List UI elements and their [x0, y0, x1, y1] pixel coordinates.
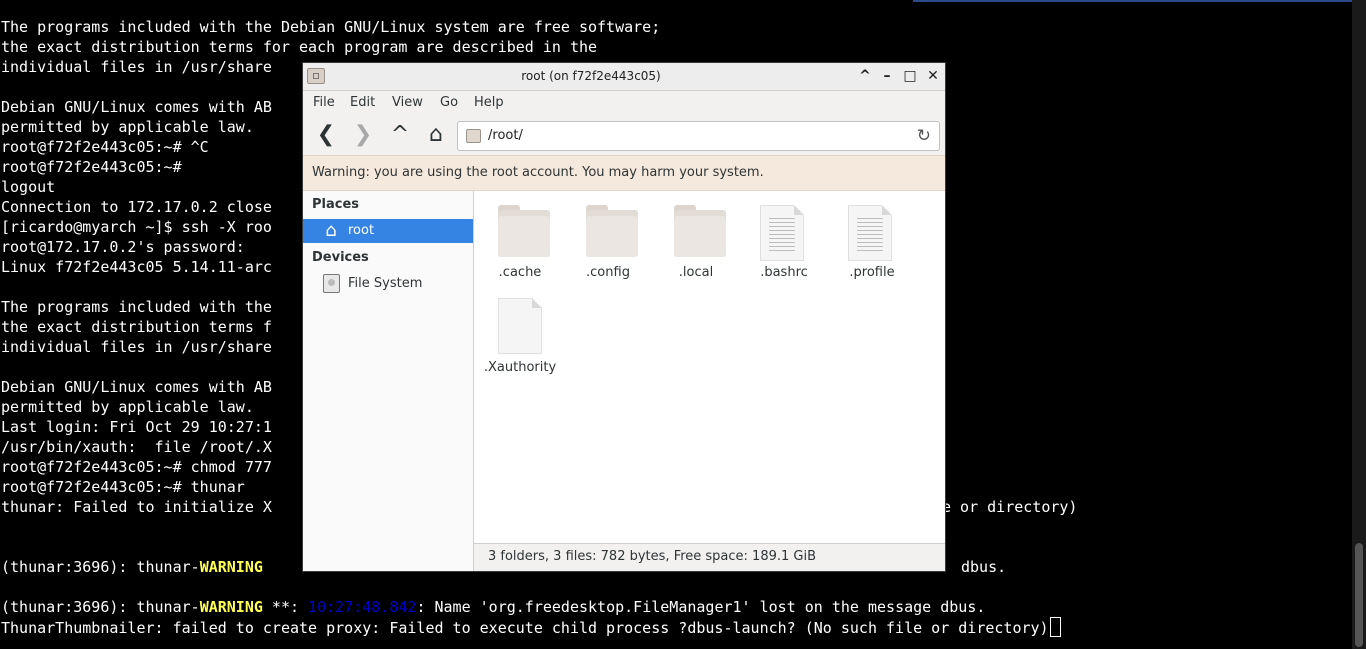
terminal-cursor — [1049, 617, 1061, 637]
terminal-line: root@172.17.0.2's password: — [1, 238, 245, 256]
warn-prefix: (thunar:3696): thunar- — [1, 598, 200, 616]
terminal-line: root@f72f2e443c05:~# thunar — [1, 478, 245, 496]
folder-icon — [498, 205, 550, 257]
menu-go[interactable]: Go — [440, 91, 458, 115]
places-header: Places — [312, 197, 360, 212]
back-icon[interactable]: ❮ — [311, 121, 341, 149]
terminal-line: /usr/bin/xauth: file /root/.X — [1, 438, 272, 456]
terminal-line: ThunarThumbnailer: failed to create prox… — [1, 617, 1061, 637]
file-item-bashrc[interactable]: .bashrc — [742, 191, 826, 280]
title-bar[interactable]: root (on f72f2e443c05) ^ – □ ✕ — [303, 63, 945, 91]
close-button[interactable]: ✕ — [924, 67, 942, 85]
sidebar-item-root[interactable]: ⌂ root — [303, 219, 473, 243]
sidebar: Places ⌂ root Devices File System — [303, 191, 474, 571]
terminal-line-fragment: e or directory) — [942, 498, 1078, 516]
terminal-line: [ricardo@myarch ~]$ ssh -X roo — [1, 218, 272, 236]
status-bar: 3 folders, 3 files: 782 bytes, Free spac… — [474, 543, 945, 571]
home-icon: ⌂ — [325, 220, 337, 241]
terminal-line: permitted by applicable law. — [1, 118, 254, 136]
terminal-line: root@f72f2e443c05:~# chmod 777 — [1, 458, 272, 476]
terminal-line: Last login: Fri Oct 29 10:27:1 — [1, 418, 272, 436]
warn-message: : Name 'org.freedesktop.FileManager1' lo… — [416, 598, 986, 616]
file-name: .config — [586, 265, 630, 280]
warn-separator: **: — [262, 598, 309, 616]
file-name: .Xauthority — [483, 360, 557, 375]
file-view[interactable]: .cache .config .local .bashrc .profile .… — [474, 191, 945, 543]
terminal-line-fragment: dbus. — [961, 558, 1007, 576]
forward-icon[interactable]: ❯ — [348, 121, 378, 149]
file-name: .local — [678, 265, 714, 280]
menu-edit[interactable]: Edit — [350, 91, 375, 115]
warning-word: WARNING — [199, 598, 263, 616]
terminal-line: individual files in /usr/share — [1, 58, 272, 76]
scrollbar-thumb[interactable] — [1355, 543, 1363, 647]
root-warning-text: Warning: you are using the root account.… — [312, 165, 764, 180]
file-item-xauthority[interactable]: .Xauthority — [478, 286, 562, 375]
timestamp: 10:27:48.842 — [308, 598, 417, 616]
file-name: .profile — [849, 265, 895, 280]
terminal-line: the exact distribution terms for each pr… — [1, 38, 598, 56]
maximize-button[interactable]: □ — [901, 67, 919, 85]
menu-bar: File Edit View Go Help — [303, 91, 945, 115]
menu-view[interactable]: View — [392, 91, 423, 115]
terminal-line: root@f72f2e443c05:~# ^C — [1, 138, 209, 156]
top-accent-bar — [913, 0, 1366, 2]
folder-icon — [674, 205, 726, 257]
terminal-line: Debian GNU/Linux comes with AB — [1, 378, 272, 396]
folder-icon — [586, 205, 638, 257]
warning-word: WARNING — [199, 558, 263, 576]
shade-button[interactable]: ^ — [856, 67, 874, 85]
terminal-line: the exact distribution terms f — [1, 318, 272, 336]
terminal-line: permitted by applicable law. — [1, 398, 254, 416]
toolbar: ❮ ❯ ^ ⌂ /root/ ↻ — [303, 115, 945, 155]
home-icon[interactable]: ⌂ — [421, 121, 451, 149]
terminal-line: Debian GNU/Linux comes with AB — [1, 98, 272, 116]
folder-icon — [466, 129, 481, 143]
menu-file[interactable]: File — [313, 91, 335, 115]
file-name: .cache — [498, 265, 542, 280]
text-file-icon — [760, 205, 804, 261]
text-file-icon — [848, 205, 892, 261]
reload-icon[interactable]: ↻ — [917, 126, 931, 146]
terminal-scrollbar[interactable] — [1352, 0, 1366, 649]
status-text: 3 folders, 3 files: 782 bytes, Free spac… — [488, 549, 817, 564]
terminal-line: Connection to 172.17.0.2 close — [1, 198, 272, 216]
minimize-button[interactable]: – — [878, 67, 896, 85]
terminal-line: logout — [1, 178, 56, 196]
menu-help[interactable]: Help — [474, 91, 504, 115]
file-item-local[interactable]: .local — [654, 191, 738, 280]
sidebar-item-filesystem[interactable]: File System — [303, 272, 473, 296]
file-name: .bashrc — [760, 265, 808, 280]
location-path[interactable]: /root/ — [488, 122, 523, 150]
terminal-line: root@f72f2e443c05:~# — [1, 158, 182, 176]
terminal-line: (thunar:3696): thunar-WARNING — [1, 557, 263, 577]
devices-header: Devices — [312, 250, 369, 265]
location-bar[interactable]: /root/ ↻ — [457, 121, 940, 151]
terminal-line: Linux f72f2e443c05 5.14.11-arc — [1, 258, 272, 276]
sidebar-item-label: root — [348, 223, 375, 238]
window-title: root (on f72f2e443c05) — [521, 69, 661, 83]
blank-file-icon — [498, 298, 542, 354]
file-manager-window[interactable]: root (on f72f2e443c05) ^ – □ ✕ File Edit… — [302, 62, 946, 572]
file-item-cache[interactable]: .cache — [478, 191, 562, 280]
terminal-line: (thunar:3696): thunar-WARNING **: 10:27:… — [1, 597, 985, 617]
drive-icon — [323, 274, 340, 293]
file-item-config[interactable]: .config — [566, 191, 650, 280]
terminal-line: The programs included with the — [1, 298, 272, 316]
last-message: ThunarThumbnailer: failed to create prox… — [1, 619, 1049, 637]
file-item-profile[interactable]: .profile — [830, 191, 914, 280]
terminal-line: The programs included with the Debian GN… — [1, 18, 661, 36]
root-warning-bar: Warning: you are using the root account.… — [303, 155, 945, 191]
warn-prefix: (thunar:3696): thunar- — [1, 558, 200, 576]
terminal-line: thunar: Failed to initialize X — [1, 498, 272, 516]
sidebar-item-label: File System — [348, 276, 423, 291]
terminal-line: individual files in /usr/share — [1, 338, 272, 356]
up-icon[interactable]: ^ — [385, 121, 415, 149]
